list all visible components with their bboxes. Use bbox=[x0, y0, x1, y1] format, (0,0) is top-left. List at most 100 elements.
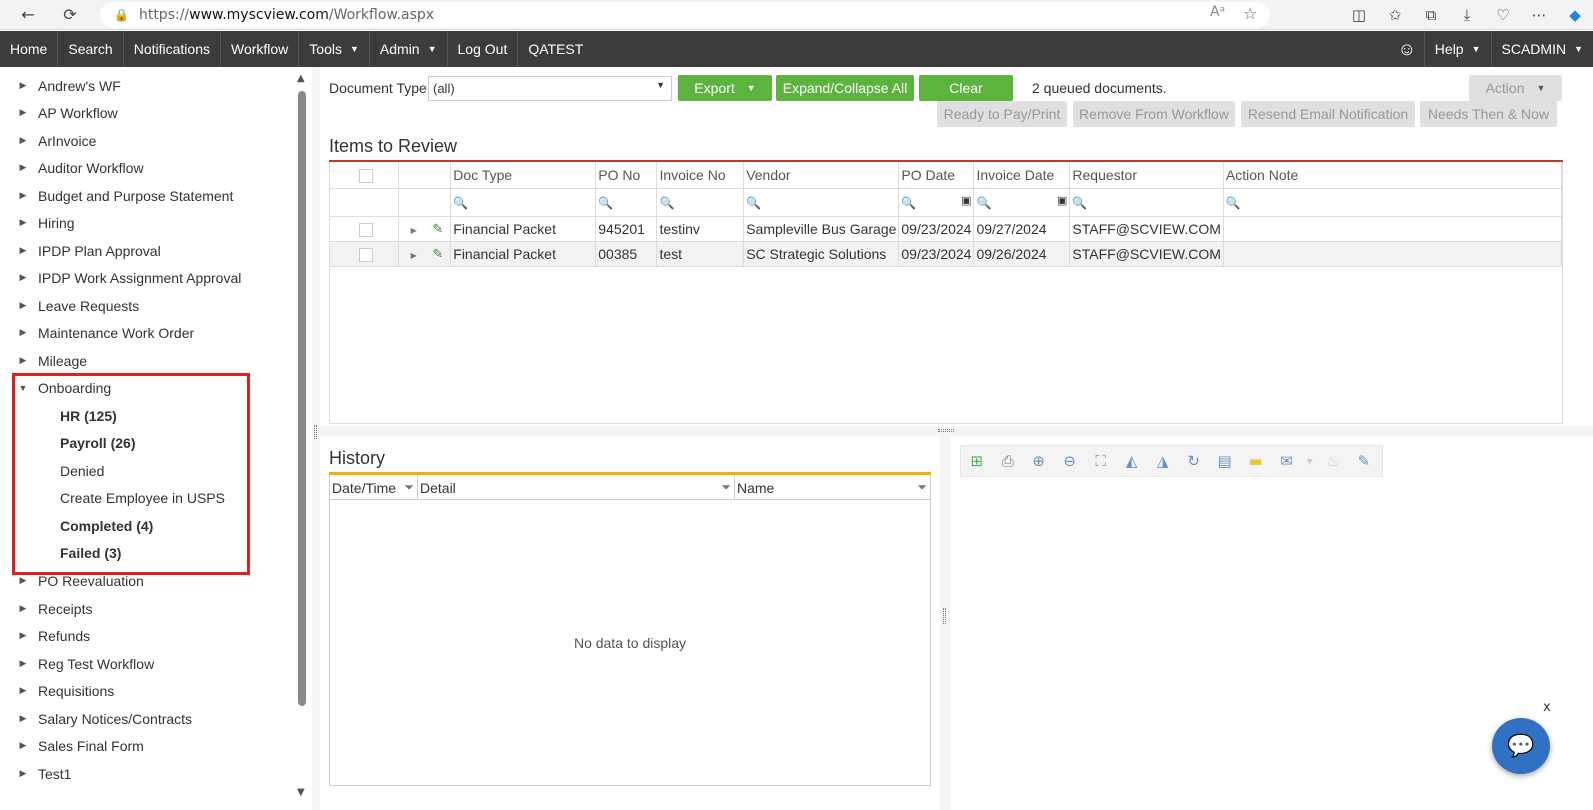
highlight-icon[interactable]: ▬ bbox=[1243, 449, 1268, 473]
tree-item[interactable]: ▶ AP Workflow bbox=[0, 99, 118, 126]
add-page-icon[interactable]: ⊞ bbox=[964, 449, 989, 473]
resend-email-button[interactable]: Resend Email Notification bbox=[1241, 101, 1415, 127]
tree-scrollbar[interactable]: ▲ ▼ bbox=[296, 67, 310, 810]
flip-horizontal-icon[interactable]: ◭ bbox=[1119, 449, 1144, 473]
export-button[interactable]: Export ▼ bbox=[678, 75, 772, 101]
filter-requestor[interactable]: 🔍 bbox=[1069, 188, 1224, 217]
filter-po-no[interactable]: 🔍 bbox=[595, 188, 658, 217]
edit-notes-icon[interactable]: ✎ bbox=[1351, 449, 1376, 473]
expand-arrow-icon[interactable]: ▶ bbox=[0, 190, 38, 201]
address-bar[interactable]: 🔒 https://www.myscview.com/Workflow.aspx bbox=[100, 2, 1270, 28]
edit-pencil-icon[interactable]: ✎ bbox=[432, 221, 443, 236]
expand-arrow-icon[interactable]: ▶ bbox=[0, 162, 38, 173]
expand-arrow-icon[interactable]: ▶ bbox=[0, 768, 38, 779]
tree-item[interactable]: ▶ ArInvoice bbox=[0, 127, 97, 154]
collections-icon[interactable]: ⧉ bbox=[1413, 0, 1449, 30]
splitter-grip[interactable] bbox=[314, 425, 317, 439]
col-invoice-no[interactable]: Invoice No bbox=[656, 162, 745, 189]
tree-item[interactable]: ▶ Andrew's WF bbox=[0, 72, 121, 99]
action-button[interactable]: Action ▼ bbox=[1469, 75, 1562, 101]
tree-item[interactable]: ▶ Sales Final Form bbox=[0, 732, 144, 759]
zoom-out-icon[interactable]: ⊖ bbox=[1057, 449, 1082, 473]
tree-item[interactable]: ▶ PO Reevaluation bbox=[0, 567, 144, 594]
tree-item[interactable]: ▶ Leave Requests bbox=[0, 292, 140, 319]
viewer-splitter[interactable] bbox=[940, 436, 950, 810]
tree-item[interactable]: ▶ Auditor Workflow bbox=[0, 154, 144, 181]
col-action-note[interactable]: Action Note bbox=[1223, 162, 1563, 189]
nav-tools[interactable]: Tools ▼ bbox=[299, 31, 370, 67]
expand-arrow-icon[interactable]: ▶ bbox=[0, 713, 38, 724]
col-doc-type[interactable]: Doc Type bbox=[450, 162, 597, 189]
refresh-icon[interactable]: ⟳ bbox=[55, 0, 85, 30]
expand-arrow-icon[interactable]: ▶ bbox=[0, 80, 38, 91]
nav-user[interactable]: SCADMIN ▼ bbox=[1490, 31, 1593, 67]
stamp-icon[interactable]: ✉ bbox=[1274, 449, 1299, 473]
filter-doc-type[interactable]: 🔍 bbox=[450, 188, 597, 217]
rotate-icon[interactable]: ↻ bbox=[1181, 449, 1206, 473]
print-icon[interactable]: ⎙ bbox=[995, 449, 1020, 473]
filter-po-date[interactable]: 🔍 ▣ bbox=[898, 188, 975, 217]
text-annotation-icon[interactable]: ▤ bbox=[1212, 449, 1237, 473]
nav-admin[interactable]: Admin ▼ bbox=[370, 31, 448, 67]
nav-help[interactable]: Help ▼ bbox=[1423, 31, 1491, 67]
calendar-icon[interactable]: ▣ bbox=[1057, 194, 1067, 207]
filter-vendor[interactable]: 🔍 bbox=[743, 188, 900, 217]
tree-item[interactable]: ▶ Receipts bbox=[0, 595, 93, 622]
tree-item[interactable]: ▶ Test1 bbox=[0, 760, 72, 787]
expand-arrow-icon[interactable]: ▶ bbox=[0, 245, 38, 256]
select-all-checkbox[interactable] bbox=[359, 168, 373, 183]
expand-arrow-icon[interactable]: ▶ bbox=[0, 300, 38, 311]
downloads-icon[interactable]: ⤓ bbox=[1449, 0, 1485, 30]
back-arrow-icon[interactable]: ← bbox=[13, 0, 43, 30]
col-name[interactable]: Name ⏷ bbox=[735, 475, 930, 500]
tree-item[interactable]: ▶ IPDP Work Assignment Approval bbox=[0, 264, 242, 291]
nav-home[interactable]: Home bbox=[0, 31, 59, 67]
filter-action-note[interactable]: 🔍 bbox=[1223, 188, 1563, 217]
expand-arrow-icon[interactable]: ▶ bbox=[0, 685, 38, 696]
row-checkbox[interactable] bbox=[359, 222, 373, 237]
col-po-no[interactable]: PO No bbox=[595, 162, 658, 189]
expand-collapse-button[interactable]: Expand/Collapse All bbox=[776, 75, 914, 101]
chat-bubble-icon[interactable]: 💬 bbox=[1492, 718, 1550, 774]
nav-qatest[interactable]: QATEST bbox=[518, 31, 593, 67]
splitter-grip[interactable] bbox=[943, 608, 946, 624]
tree-item[interactable]: ▶ Budget and Purpose Statement bbox=[0, 182, 234, 209]
clear-button[interactable]: Clear bbox=[919, 75, 1013, 101]
stamp-dropdown-icon[interactable]: ▼ bbox=[1305, 449, 1315, 473]
col-date-time[interactable]: Date/Time ⏷ bbox=[330, 475, 418, 500]
row-checkbox[interactable] bbox=[359, 247, 373, 262]
expand-arrow-icon[interactable]: ▶ bbox=[0, 107, 38, 118]
flip-vertical-icon[interactable]: ◮ bbox=[1150, 449, 1175, 473]
expand-arrow-icon[interactable]: ▶ bbox=[0, 355, 38, 366]
edit-pencil-icon[interactable]: ✎ bbox=[432, 246, 443, 261]
table-row[interactable]: ▶ ✎ Financial Packet 945201 testinv Samp… bbox=[330, 216, 1563, 242]
tree-item[interactable]: ▶ Mileage bbox=[0, 347, 88, 374]
col-detail[interactable]: Detail ⏷ bbox=[418, 475, 735, 500]
zoom-in-icon[interactable]: ⊕ bbox=[1026, 449, 1051, 473]
document-type-select[interactable]: (all) ▼ bbox=[428, 76, 672, 101]
expand-arrow-icon[interactable]: ▶ bbox=[0, 135, 38, 146]
expand-arrow-icon[interactable]: ▶ bbox=[0, 327, 38, 338]
cell-po-no[interactable]: 945201 bbox=[595, 216, 658, 242]
col-vendor[interactable]: Vendor bbox=[743, 162, 900, 189]
favorite-star-icon[interactable]: ☆ bbox=[1243, 4, 1257, 23]
filter-funnel-icon[interactable]: ⏷ bbox=[404, 480, 414, 495]
select-all-cell[interactable] bbox=[330, 162, 399, 189]
expand-arrow-icon[interactable]: ▶ bbox=[0, 217, 38, 228]
col-invoice-date[interactable]: Invoice Date bbox=[973, 162, 1071, 189]
copilot-icon[interactable]: ◆ bbox=[1557, 0, 1593, 30]
tree-item[interactable]: ▶ Refunds bbox=[0, 622, 91, 649]
nav-notifications[interactable]: Notifications bbox=[124, 31, 221, 67]
nav-workflow[interactable]: Workflow bbox=[221, 31, 300, 67]
ready-to-pay-button[interactable]: Ready to Pay/Print bbox=[937, 101, 1067, 127]
fit-page-icon[interactable]: ⛶ bbox=[1088, 449, 1113, 473]
horizontal-splitter[interactable] bbox=[320, 426, 1593, 436]
scroll-up-icon[interactable]: ▲ bbox=[297, 73, 305, 84]
nav-search[interactable]: Search bbox=[58, 31, 124, 67]
chat-close-button[interactable]: x bbox=[1543, 700, 1551, 715]
row-select-cell[interactable] bbox=[330, 241, 399, 267]
expand-arrow-icon[interactable]: ▶ bbox=[0, 575, 38, 586]
calendar-icon[interactable]: ▣ bbox=[961, 194, 971, 207]
col-requestor[interactable]: Requestor bbox=[1069, 162, 1224, 189]
expand-arrow-icon[interactable]: ▶ bbox=[0, 603, 38, 614]
